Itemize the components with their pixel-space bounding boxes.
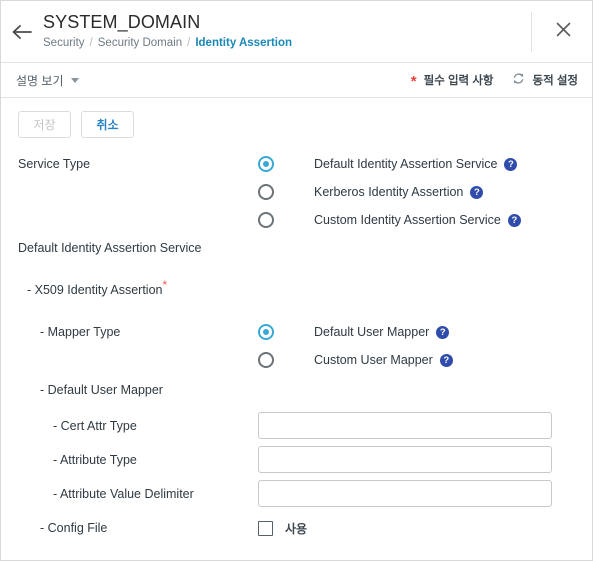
cert-attr-type-input[interactable] [258,412,552,439]
radio-option-kerberos-identity-assertion[interactable]: Kerberos Identity Assertion ? [258,178,521,206]
service-type-label: Service Type [18,157,91,171]
radio-indicator[interactable] [258,184,274,200]
field-row-service-type: Service Type Default Identity Assertion … [15,150,578,228]
help-icon[interactable]: ? [439,353,453,367]
x509-identity-assertion-label: - X509 Identity Assertion* [15,276,167,304]
field-row-cert-attr-type: - Cert Attr Type [15,412,578,440]
description-toggle[interactable]: 설명 보기 [16,72,79,89]
radio-option-default-user-mapper[interactable]: Default User Mapper ? [258,318,453,346]
radio-indicator[interactable] [258,352,274,368]
action-button-row: 저장 취소 [15,98,578,138]
field-row-default-user-mapper: - Default User Mapper [15,376,578,404]
radio-label: Custom Identity Assertion Service [314,213,501,227]
radio-label: Kerberos Identity Assertion [314,185,464,199]
close-button[interactable] [546,15,580,49]
breadcrumb: Security / Security Domain / Identity As… [43,35,531,51]
radio-indicator[interactable] [258,324,274,340]
service-type-radio-group: Default Identity Assertion Service ? Ker… [258,150,521,234]
help-icon[interactable]: ? [436,325,450,339]
header-divider [531,11,532,52]
breadcrumb-separator: / [187,36,191,49]
breadcrumb-item-security[interactable]: Security [43,35,85,51]
radio-indicator[interactable] [258,156,274,172]
radio-indicator[interactable] [258,212,274,228]
cert-attr-type-label: - Cert Attr Type [53,419,137,433]
row-spacer [15,262,578,276]
help-icon[interactable]: ? [507,213,521,227]
section-heading-row: Default Identity Assertion Service [15,234,578,262]
page-title: SYSTEM_DOMAIN [43,11,201,32]
attribute-type-label: - Attribute Type [53,453,137,467]
field-row-attribute-value-delimiter: - Attribute Value Delimiter [15,480,578,508]
identity-assertion-panel: SYSTEM_DOMAIN Security / Security Domain… [0,0,593,561]
header-title-block: SYSTEM_DOMAIN Security / Security Domain… [43,11,531,53]
dynamic-legend-label: 동적 설정 [532,75,578,87]
config-file-checkbox-label: 사용 [285,521,308,536]
config-file-checkbox-line[interactable]: 사용 [258,514,307,542]
arrow-left-icon [11,24,33,40]
help-icon[interactable]: ? [470,185,484,199]
chevron-down-icon [70,77,79,83]
breadcrumb-item-identity-assertion[interactable]: Identity Assertion [195,35,292,51]
field-row-attribute-type: - Attribute Type [15,446,578,474]
row-spacer [15,304,578,318]
panel-toolbar: 설명 보기 * 필수 입력 사항 동적 설정 [1,63,592,98]
description-toggle-label: 설명 보기 [16,73,64,88]
settings-form: Service Type Default Identity Assertion … [15,138,578,542]
toolbar-legend: * 필수 입력 사항 동적 설정 [410,72,578,90]
panel-body: 저장 취소 Service Type Default Identity Asse… [1,98,592,560]
attribute-value-delimiter-label: - Attribute Value Delimiter [53,487,194,501]
attribute-type-control [258,446,552,473]
config-file-label: - Config File [40,521,108,535]
attribute-value-delimiter-control [258,480,552,507]
config-file-control: 사용 [258,514,307,542]
field-row-x509-identity-assertion: - X509 Identity Assertion* [15,276,578,304]
breadcrumb-separator: / [89,36,93,49]
section-heading: Default Identity Assertion Service [18,241,202,255]
radio-option-default-identity-assertion-service[interactable]: Default Identity Assertion Service ? [258,150,521,178]
radio-label: Default Identity Assertion Service [314,157,498,171]
panel-header: SYSTEM_DOMAIN Security / Security Domain… [1,1,592,63]
required-marker-icon: * [410,73,417,90]
cancel-button[interactable]: 취소 [81,111,134,138]
required-asterisk: * [162,277,168,292]
breadcrumb-item-security-domain[interactable]: Security Domain [98,35,182,51]
close-icon [556,22,571,42]
field-row-config-file: - Config File 사용 [15,514,578,542]
back-button[interactable] [1,1,43,63]
required-legend-label: 필수 입력 사항 [423,75,494,87]
help-icon[interactable]: ? [504,157,518,171]
refresh-cycle-icon [512,72,525,88]
config-file-checkbox[interactable] [258,520,273,536]
x509-label-text: - X509 Identity Assertion [27,283,163,297]
save-button[interactable]: 저장 [18,111,71,138]
radio-option-custom-user-mapper[interactable]: Custom User Mapper ? [258,346,453,374]
radio-label: Custom User Mapper [314,353,433,367]
radio-option-custom-identity-assertion-service[interactable]: Custom Identity Assertion Service ? [258,206,521,234]
radio-label: Default User Mapper [314,325,430,339]
mapper-type-radio-group: Default User Mapper ? Custom User Mapper… [258,318,453,374]
field-row-mapper-type: - Mapper Type Default User Mapper ? Cust… [15,318,578,368]
cert-attr-type-control [258,412,552,439]
attribute-type-input[interactable] [258,446,552,473]
attribute-value-delimiter-input[interactable] [258,480,552,507]
row-spacer [15,404,578,412]
default-user-mapper-label: - Default User Mapper [40,383,163,397]
mapper-type-label: - Mapper Type [40,325,121,339]
